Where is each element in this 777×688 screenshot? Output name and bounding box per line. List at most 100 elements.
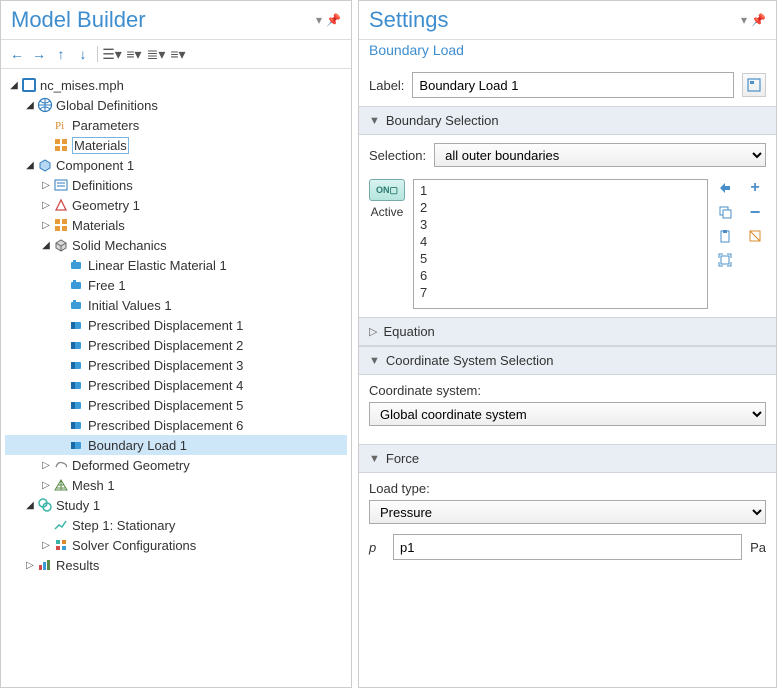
tree-node[interactable]: Initial Values 1 <box>5 295 347 315</box>
bnode-icon <box>69 377 85 393</box>
model-builder-title-bar: Model Builder ▾ 📌 <box>1 1 351 40</box>
tree-node-label: Prescribed Displacement 2 <box>88 338 243 353</box>
tree-node[interactable]: ▷Definitions <box>5 175 347 195</box>
tree-node[interactable]: ◢ Solid Mechanics <box>5 235 347 255</box>
p-unit: Pa <box>750 540 766 555</box>
coord-sys-body: Coordinate system: Global coordinate sys… <box>359 375 776 444</box>
paste-icon[interactable] <box>716 227 734 245</box>
tree-expander-icon[interactable]: ▷ <box>39 220 53 231</box>
tree-node-label: Solid Mechanics <box>72 238 167 253</box>
tree-node[interactable]: Linear Elastic Material 1 <box>5 255 347 275</box>
tree-node[interactable]: Free 1 <box>5 275 347 295</box>
tree-node-label: Materials <box>72 137 129 154</box>
tree-node[interactable]: Prescribed Displacement 6 <box>5 415 347 435</box>
tree-node[interactable]: Prescribed Displacement 2 <box>5 335 347 355</box>
dropdown-icon[interactable]: ▾ <box>741 13 747 27</box>
tree-node-label: Deformed Geometry <box>72 458 190 473</box>
selection-listbox[interactable]: 1234567 <box>413 179 708 309</box>
list-icon[interactable]: ≡▾ <box>168 44 188 64</box>
active-toggle-col: ON ▢ Active <box>369 179 405 309</box>
model-tree[interactable]: ◢nc_mises.mph◢Global DefinitionsPiParame… <box>1 69 351 687</box>
tree-expander-icon[interactable]: ▷ <box>23 560 37 571</box>
tree-node[interactable]: ▷ Mesh 1 <box>5 475 347 495</box>
pin-icon[interactable]: 📌 <box>326 13 341 27</box>
tree-node[interactable]: ▷Results <box>5 555 347 575</box>
solid-icon <box>53 237 69 253</box>
list-item[interactable]: 3 <box>420 216 701 233</box>
tree-node[interactable]: Prescribed Displacement 5 <box>5 395 347 415</box>
tree-expander-icon[interactable]: ◢ <box>23 100 37 111</box>
pin-icon[interactable]: 📌 <box>751 13 766 27</box>
boundary-selection-header[interactable]: ▼ Boundary Selection <box>359 106 776 135</box>
tree-node-label: Mesh 1 <box>72 478 115 493</box>
coord-sys-header[interactable]: ▼ Coordinate System Selection <box>359 346 776 375</box>
tree-node[interactable]: ◢Study 1 <box>5 495 347 515</box>
mat-icon <box>53 217 69 233</box>
show-icon[interactable]: ≣▾ <box>146 44 166 64</box>
coord-dropdown[interactable]: Global coordinate system <box>369 402 766 426</box>
selection-dropdown[interactable]: all outer boundaries <box>434 143 766 167</box>
tree-node[interactable]: ◢ Global Definitions <box>5 95 347 115</box>
copy-icon[interactable] <box>716 203 734 221</box>
tree-node[interactable]: Materials <box>5 135 347 155</box>
tree-expander-icon[interactable]: ◢ <box>39 240 53 251</box>
mat-icon <box>53 137 69 153</box>
nav-back-icon[interactable]: ← <box>7 44 27 64</box>
add-icon[interactable]: + <box>746 179 764 197</box>
remove-icon[interactable]: − <box>746 203 764 221</box>
list-item[interactable]: 5 <box>420 250 701 267</box>
tree-node[interactable]: ▷ Deformed Geometry <box>5 455 347 475</box>
list-item[interactable]: 2 <box>420 199 701 216</box>
tree-node[interactable]: Prescribed Displacement 4 <box>5 375 347 395</box>
tree-node[interactable]: ▷Materials <box>5 215 347 235</box>
equation-header[interactable]: ▷ Equation <box>359 317 776 346</box>
nav-fwd-icon[interactable]: → <box>29 44 49 64</box>
tree-node-label: Free 1 <box>88 278 126 293</box>
goto-source-button[interactable] <box>742 73 766 97</box>
tree-expander-icon[interactable]: ▷ <box>39 460 53 471</box>
tree-expander-icon[interactable]: ◢ <box>7 80 21 91</box>
load-type-dropdown[interactable]: Pressure <box>369 500 766 524</box>
tree-node-label: Prescribed Displacement 4 <box>88 378 243 393</box>
clear-icon[interactable] <box>746 227 764 245</box>
nav-up-icon[interactable]: ↑ <box>51 44 71 64</box>
tree-expander-icon[interactable]: ◢ <box>23 500 37 511</box>
tree-expander-icon[interactable]: ▷ <box>39 540 53 551</box>
tree-node[interactable]: PiParameters <box>5 115 347 135</box>
collapse-icon[interactable]: ☰▾ <box>102 44 122 64</box>
tree-node[interactable]: ▷Solver Configurations <box>5 535 347 555</box>
tree-node[interactable]: ◢Component 1 <box>5 155 347 175</box>
active-toggle[interactable]: ON ▢ <box>369 179 405 201</box>
tree-node[interactable]: ◢nc_mises.mph <box>5 75 347 95</box>
tree-expander-icon[interactable]: ▷ <box>39 180 53 191</box>
zoom-to-selection-icon[interactable] <box>716 179 734 197</box>
pressure-input[interactable] <box>393 534 742 560</box>
list-item[interactable]: 6 <box>420 267 701 284</box>
tree-node-label: Global Definitions <box>56 98 158 113</box>
label-input[interactable] <box>412 72 734 98</box>
tree-node-label: Linear Elastic Material 1 <box>88 258 227 273</box>
defgeom-icon <box>53 457 69 473</box>
list-item[interactable]: 4 <box>420 233 701 250</box>
nav-down-icon[interactable]: ↓ <box>73 44 93 64</box>
settings-title-bar: Settings ▾ 📌 <box>359 1 776 40</box>
list-item[interactable]: 1 <box>420 182 701 199</box>
tree-node[interactable]: ▷Geometry 1 <box>5 195 347 215</box>
tree-node[interactable]: Prescribed Displacement 3 <box>5 355 347 375</box>
force-header[interactable]: ▼ Force <box>359 444 776 473</box>
tree-node[interactable]: Step 1: Stationary <box>5 515 347 535</box>
dropdown-icon[interactable]: ▾ <box>316 13 322 27</box>
model-builder-title: Model Builder <box>11 7 146 33</box>
selection-label: Selection: <box>369 148 426 163</box>
list-item[interactable]: 7 <box>420 284 701 301</box>
tree-expander-icon[interactable]: ▷ <box>39 200 53 211</box>
results-icon <box>37 557 53 573</box>
zoom-extents-icon[interactable] <box>716 251 734 269</box>
tree-expander-icon[interactable]: ◢ <box>23 160 37 171</box>
mph-icon <box>21 77 37 93</box>
tree-node[interactable]: Prescribed Displacement 1 <box>5 315 347 335</box>
expand-icon[interactable]: ≡▾ <box>124 44 144 64</box>
tree-node[interactable]: Boundary Load 1 <box>5 435 347 455</box>
section-title: Boundary Selection <box>386 113 499 128</box>
tree-expander-icon[interactable]: ▷ <box>39 480 53 491</box>
